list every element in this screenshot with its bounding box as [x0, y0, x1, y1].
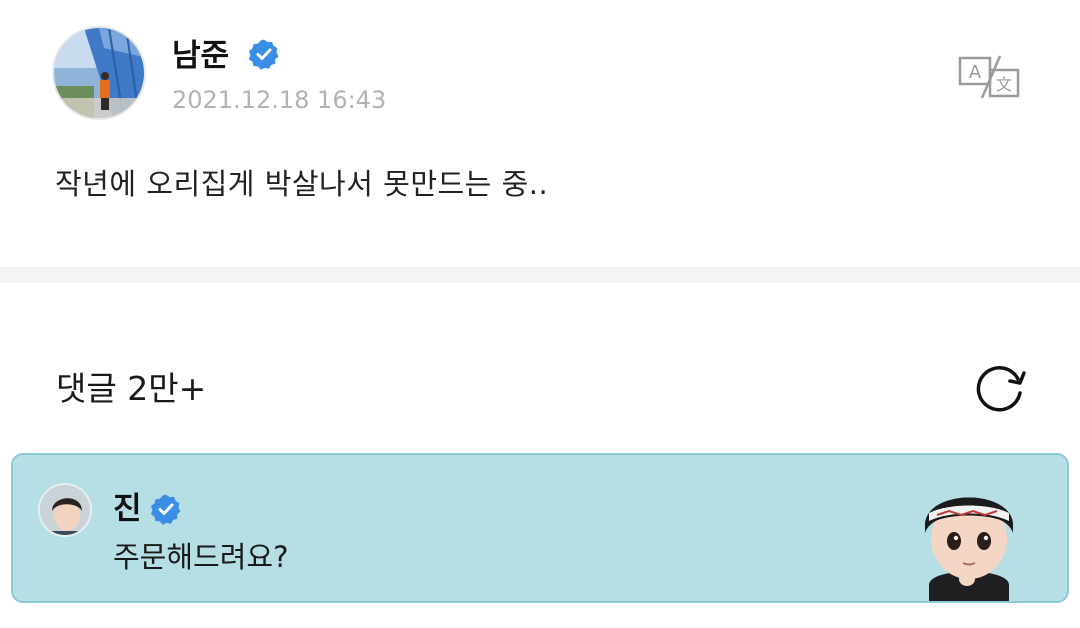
character-sticker-icon [909, 467, 1029, 601]
verified-badge-icon [150, 493, 182, 525]
translate-button[interactable]: A 文 [956, 54, 1024, 100]
svg-text:A: A [969, 62, 982, 83]
avatar-photo-icon [54, 28, 144, 118]
svg-text:文: 文 [996, 75, 1012, 94]
comment-text: 주문해드려요? [113, 540, 289, 574]
author-name[interactable]: 남준 [172, 36, 229, 76]
post-date: 2021.12.18 16:43 [172, 86, 387, 114]
post-header: 남준 2021.12.18 16:43 A 文 [52, 26, 1032, 122]
comments-count-title: 댓글 2만+ [56, 369, 207, 408]
pinned-comment[interactable]: 진 주문해드려요? [11, 453, 1069, 603]
translate-icon: A 文 [958, 55, 1020, 99]
avatar-photo-icon [40, 485, 90, 535]
commenter-name[interactable]: 진 [113, 489, 142, 529]
author-avatar[interactable] [52, 26, 146, 120]
refresh-icon [976, 366, 1026, 412]
verified-badge-icon [248, 38, 280, 70]
section-divider [0, 267, 1080, 283]
refresh-button[interactable] [972, 361, 1030, 413]
commenter-avatar[interactable] [38, 483, 92, 537]
post-body: 작년에 오리집게 박살나서 못만드는 중.. [55, 167, 549, 201]
